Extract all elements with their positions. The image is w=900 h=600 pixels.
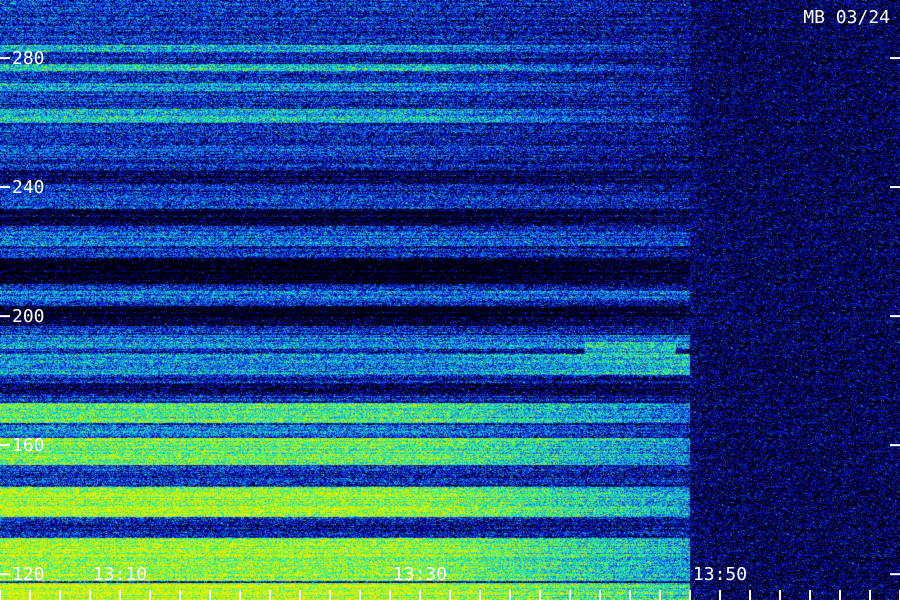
right-axis-ticks — [890, 57, 900, 576]
bottom-axis-ticks — [0, 590, 900, 600]
y-tick-label: 240 — [12, 177, 45, 198]
y-tick-labels: 120 160 200 240 280 — [12, 48, 45, 585]
chart-title: MB 03/24 — [803, 7, 890, 28]
x-tick-label: 13:30 — [393, 564, 447, 585]
y-tick-label: 160 — [12, 435, 45, 456]
x-tick-label: 13:10 — [93, 564, 147, 585]
chart-overlay: 120 160 200 240 280 13:10 13:30 13:50 MB 03/24 — [0, 7, 900, 600]
x-tick-labels: 13:10 13:30 13:50 — [93, 564, 747, 585]
y-tick-label: 280 — [12, 48, 45, 69]
left-axis-ticks — [0, 57, 10, 576]
y-tick-label: 120 — [12, 564, 45, 585]
y-tick-label: 200 — [12, 306, 45, 327]
x-tick-label: 13:50 — [693, 564, 747, 585]
